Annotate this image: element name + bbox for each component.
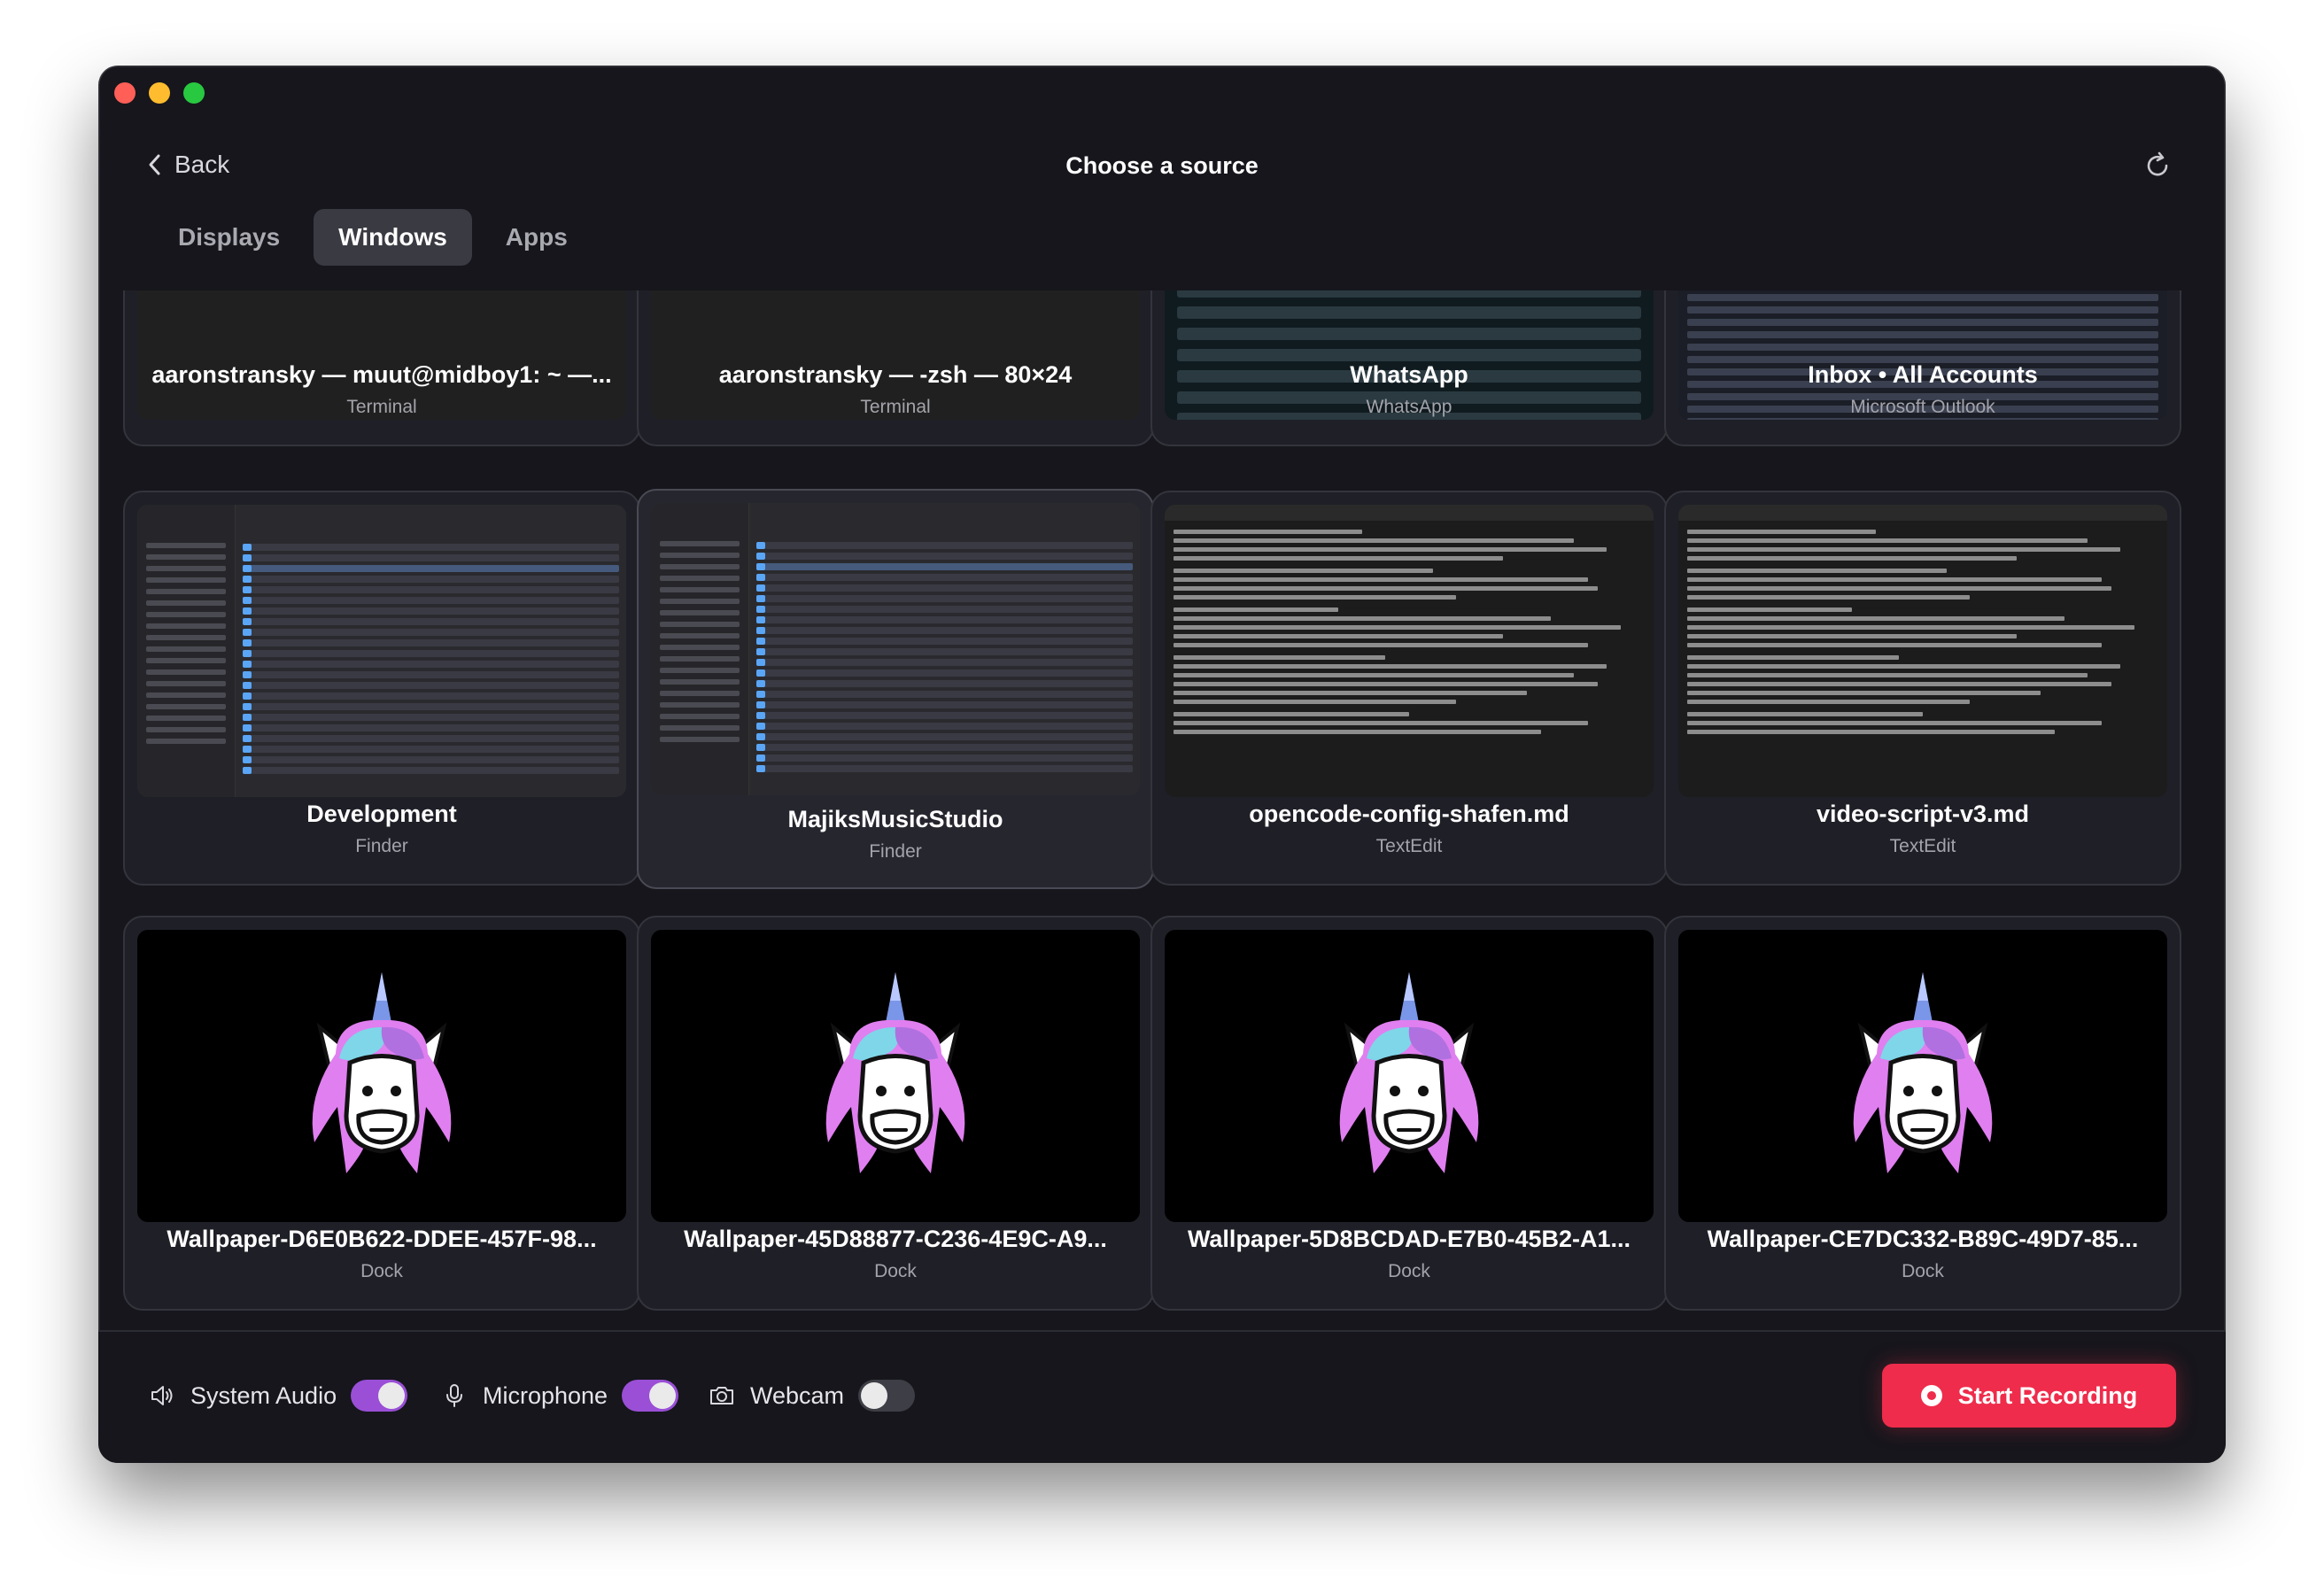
window-card[interactable]: MajiksMusicStudio Finder [637, 489, 1154, 889]
window-card[interactable]: Wallpaper-5D8BCDAD-E7B0-45B2-A1... Dock [1150, 916, 1668, 1311]
window-title: Wallpaper-D6E0B622-DDEE-457F-98... [167, 1226, 597, 1252]
window-title: aaronstransky — -zsh — 80×24 [718, 361, 1073, 388]
microphone-control: Microphone [440, 1380, 679, 1412]
window-controls [114, 82, 205, 104]
webcam-label: Webcam [750, 1381, 845, 1409]
window-title: aaronstransky — muut@midboy1: ~ —... [151, 361, 612, 388]
unicorn-logo-icon [798, 965, 993, 1187]
toggle-knob [861, 1382, 888, 1409]
window-card[interactable]: WhatsApp WhatsApp [1150, 290, 1668, 446]
window-card[interactable]: aaronstransky — -zsh — 80×24 Terminal [637, 290, 1154, 446]
microphone-toggle[interactable] [622, 1380, 679, 1412]
window-title: Wallpaper-CE7DC332-B89C-49D7-85... [1707, 1226, 2139, 1252]
window-app-name: TextEdit [1375, 836, 1443, 856]
system-audio-label: System Audio [190, 1381, 337, 1409]
window-app-name: TextEdit [1889, 836, 1956, 856]
window-title: opencode-config-shafen.md [1249, 801, 1569, 827]
app-window: Back Choose a source Displays Windows Ap… [98, 66, 2226, 1463]
tab-displays[interactable]: Displays [153, 209, 305, 266]
window-card[interactable]: aaronstransky — muut@midboy1: ~ —... Term… [123, 290, 640, 446]
unicorn-logo-icon [1312, 965, 1507, 1187]
window-title: video-script-v3.md [1816, 801, 2030, 827]
source-tabs: Displays Windows Apps [153, 209, 593, 266]
window-thumbnail [1678, 505, 2167, 797]
window-grid: aaronstransky — muut@midboy1: ~ —... Term… [98, 290, 2226, 1401]
window-title: WhatsApp [1350, 361, 1468, 388]
window-thumbnail [137, 505, 626, 797]
window-title: Inbox • All Accounts [1808, 361, 2038, 388]
toggle-knob [378, 1382, 406, 1409]
window-title: Development [306, 801, 457, 827]
window-card[interactable]: Wallpaper-CE7DC332-B89C-49D7-85... Dock [1664, 916, 2181, 1311]
unicorn-logo-icon [284, 965, 479, 1187]
camera-icon [710, 1387, 733, 1404]
window-app-name: Dock [1388, 1261, 1430, 1281]
record-icon [1920, 1385, 1942, 1406]
microphone-icon [446, 1384, 462, 1407]
microphone-label: Microphone [483, 1381, 608, 1409]
window-title: MajiksMusicStudio [787, 806, 1003, 832]
window-app-name: Microsoft Outlook [1850, 397, 1995, 417]
window-thumbnail [651, 503, 1140, 795]
window-app-name: Dock [1902, 1261, 1944, 1281]
page-title: Choose a source [1065, 152, 1259, 179]
window-card[interactable]: Wallpaper-D6E0B622-DDEE-457F-98... Dock [123, 916, 640, 1311]
window-card[interactable]: Development Finder [123, 491, 640, 886]
window-app-name: Finder [355, 836, 408, 856]
webcam-control: Webcam [708, 1380, 916, 1412]
webcam-toggle[interactable] [858, 1380, 916, 1412]
zoom-window-button[interactable] [183, 82, 205, 104]
refresh-icon[interactable] [2142, 151, 2173, 181]
toggle-knob [649, 1382, 677, 1409]
window-thumbnail [137, 930, 626, 1222]
header: Back Choose a source [98, 136, 2226, 198]
close-window-button[interactable] [114, 82, 136, 104]
window-card[interactable]: opencode-config-shafen.md TextEdit [1150, 491, 1668, 886]
system-audio-control: System Audio [148, 1380, 408, 1412]
window-app-name: Terminal [346, 397, 417, 417]
window-app-name: Terminal [860, 397, 931, 417]
minimize-window-button[interactable] [149, 82, 170, 104]
tab-windows[interactable]: Windows [314, 209, 472, 266]
window-app-name: Dock [360, 1261, 403, 1281]
footer-bar: System Audio Microphone Webcam Start Rec… [98, 1330, 2226, 1463]
window-app-name: Dock [874, 1261, 917, 1281]
window-card[interactable]: video-script-v3.md TextEdit [1664, 491, 2181, 886]
window-thumbnail [1165, 930, 1654, 1222]
window-title: Wallpaper-5D8BCDAD-E7B0-45B2-A1... [1187, 1226, 1631, 1252]
window-title: Wallpaper-45D88877-C236-4E9C-A9... [684, 1226, 1107, 1252]
window-thumbnail [1165, 505, 1654, 797]
system-audio-toggle[interactable] [351, 1380, 408, 1412]
unicorn-logo-icon [1825, 965, 2020, 1187]
speaker-icon [151, 1386, 173, 1405]
window-thumbnail [651, 930, 1140, 1222]
window-card[interactable]: Wallpaper-45D88877-C236-4E9C-A9... Dock [637, 916, 1154, 1311]
window-app-name: Finder [869, 841, 922, 862]
start-recording-label: Start Recording [1957, 1381, 2138, 1409]
start-recording-button[interactable]: Start Recording [1882, 1364, 2176, 1428]
window-thumbnail [1678, 930, 2167, 1222]
tab-apps[interactable]: Apps [481, 209, 593, 266]
window-app-name: WhatsApp [1366, 397, 1452, 417]
window-card[interactable]: Inbox • All Accounts Microsoft Outlook [1664, 290, 2181, 446]
